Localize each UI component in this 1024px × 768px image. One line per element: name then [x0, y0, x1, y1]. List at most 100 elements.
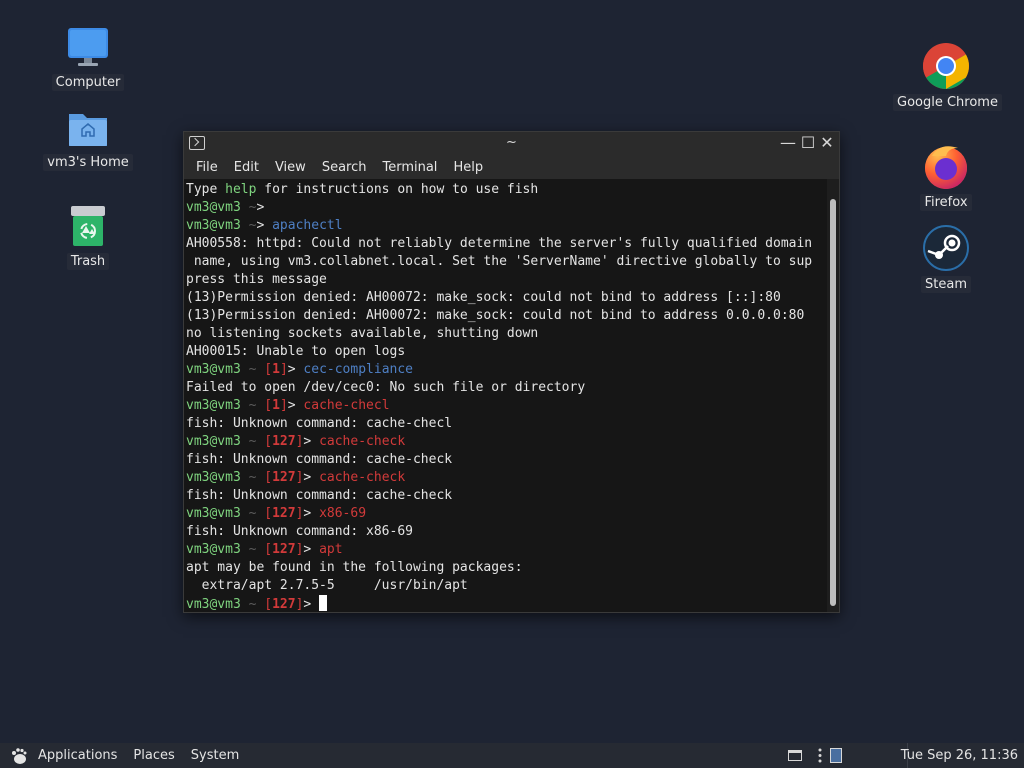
terminal-text: ~ [240, 597, 265, 612]
home-folder-icon [66, 106, 110, 150]
terminal-text: (13)Permission denied: AH00072: make_soc… [186, 308, 805, 323]
terminal-line: vm3@vm3 ~ [1]> cache-checl [186, 397, 827, 415]
terminal-text: cache-check [319, 434, 406, 449]
terminal-text: vm3@vm3 [186, 434, 241, 449]
terminal-text: press this message [186, 272, 327, 287]
terminal-text: cache-check [319, 470, 406, 485]
desktop-icon-label: Firefox [920, 194, 972, 211]
terminal-text: help [225, 182, 257, 197]
terminal-line: extra/apt 2.7.5-5 /usr/bin/apt [186, 577, 827, 595]
terminal-text: ~ [240, 362, 265, 377]
terminal-text: vm3@vm3 [186, 362, 241, 377]
terminal-window[interactable]: ~ — ☐ ✕ File Edit View Search Terminal H… [183, 131, 840, 613]
terminal-cursor [319, 595, 328, 611]
desktop-icon-label: vm3's Home [43, 154, 133, 171]
terminal-text: ~ [240, 542, 265, 557]
terminal-line: (13)Permission denied: AH00072: make_soc… [186, 289, 827, 307]
terminal-text: apachectl [272, 218, 343, 233]
terminal-text: AH00015: Unable to open logs [186, 344, 406, 359]
terminal-menubar: File Edit View Search Terminal Help [184, 155, 839, 179]
terminal-text: vm3@vm3 [186, 597, 241, 612]
chrome-icon [922, 42, 970, 90]
terminal-line: fish: Unknown command: cache-checl [186, 415, 827, 433]
terminal-line: vm3@vm3 ~ [127]> [186, 595, 827, 612]
terminal-text: apt may be found in the following packag… [186, 560, 523, 575]
desktop-icon-trash[interactable]: Trash [43, 205, 133, 270]
menu-help[interactable]: Help [445, 160, 491, 175]
terminal-text: Failed to open /dev/cec0: No such file o… [186, 380, 586, 395]
terminal-text: > [303, 470, 320, 485]
trash-icon [66, 205, 110, 249]
terminal-titlebar[interactable]: ~ — ☐ ✕ [184, 132, 839, 155]
computer-icon [66, 26, 110, 70]
terminal-text: cache-checl [303, 398, 390, 413]
terminal-text: 127 [272, 506, 296, 521]
terminal-text: ~ [240, 218, 257, 233]
terminal-text: fish: Unknown command: cache-check [186, 452, 453, 467]
terminal-text: fish: Unknown command: cache-checl [186, 416, 453, 431]
menu-edit[interactable]: Edit [226, 160, 267, 175]
panel-menu-places[interactable]: Places [127, 748, 180, 763]
terminal-text: ~ [240, 506, 265, 521]
terminal-line: name, using vm3.collabnet.local. Set the… [186, 253, 827, 271]
terminal-text: [ [264, 597, 273, 612]
terminal-text: 1 [272, 362, 280, 377]
terminal-line: vm3@vm3 ~> [186, 199, 827, 217]
terminal-line: fish: Unknown command: cache-check [186, 451, 827, 469]
terminal-text: x86-69 [319, 506, 367, 521]
terminal-text: > [287, 362, 304, 377]
panel-menu-applications[interactable]: Applications [32, 748, 123, 763]
window-list-icon[interactable] [788, 750, 802, 761]
steam-icon [922, 224, 970, 272]
menu-search[interactable]: Search [314, 160, 375, 175]
desktop-icon-chrome[interactable]: Google Chrome [893, 42, 1002, 111]
desktop-icon-firefox[interactable]: Firefox [901, 142, 991, 211]
terminal-text: > [256, 200, 265, 215]
terminal-text: 127 [272, 434, 296, 449]
maximize-button[interactable]: ☐ [799, 134, 817, 152]
terminal-line: vm3@vm3 ~ [127]> cache-check [186, 469, 827, 487]
terminal-text: ~ [240, 200, 257, 215]
terminal-line: vm3@vm3 ~ [127]> x86-69 [186, 505, 827, 523]
terminal-text: ~ [240, 470, 265, 485]
terminal-text: 127 [272, 542, 296, 557]
terminal-text: 127 [272, 597, 296, 612]
terminal-text: ] [279, 362, 288, 377]
desktop-icon-steam[interactable]: Steam [901, 224, 991, 293]
terminal-text: ~ [240, 398, 265, 413]
workspace-switcher[interactable] [830, 748, 842, 763]
desktop-icon-label: Trash [66, 253, 110, 270]
terminal-line: vm3@vm3 ~ [1]> cec-compliance [186, 361, 827, 379]
terminal-line: fish: Unknown command: cache-check [186, 487, 827, 505]
terminal-text: ] [279, 398, 288, 413]
terminal-line: no listening sockets available, shutting… [186, 325, 827, 343]
menu-terminal[interactable]: Terminal [374, 160, 445, 175]
terminal-line: Type help for instructions on how to use… [186, 181, 827, 199]
terminal-text: > [303, 434, 320, 449]
terminal-line: Failed to open /dev/cec0: No such file o… [186, 379, 827, 397]
scrollbar-thumb[interactable] [830, 199, 836, 606]
menu-file[interactable]: File [188, 160, 226, 175]
window-title: ~ [506, 135, 517, 150]
panel-clock[interactable]: Tue Sep 26, 11:36 [901, 748, 1018, 763]
terminal-text: [ [264, 434, 273, 449]
terminal-text: [ [264, 506, 273, 521]
terminal-text: vm3@vm3 [186, 200, 241, 215]
terminal-line: AH00015: Unable to open logs [186, 343, 827, 361]
desktop-icon-computer[interactable]: Computer [43, 26, 133, 91]
close-button[interactable]: ✕ [818, 134, 836, 152]
terminal-text: fish: Unknown command: cache-check [186, 488, 453, 503]
menu-view[interactable]: View [267, 160, 314, 175]
terminal-output[interactable]: Type help for instructions on how to use… [184, 179, 827, 612]
terminal-text: vm3@vm3 [186, 542, 241, 557]
panel-menu-system[interactable]: System [185, 748, 245, 763]
terminal-line: apt may be found in the following packag… [186, 559, 827, 577]
terminal-text: name, using vm3.collabnet.local. Set the… [186, 254, 813, 269]
desktop-icon-home[interactable]: vm3's Home [43, 106, 133, 171]
terminal-scrollbar[interactable] [827, 179, 839, 612]
terminal-text: vm3@vm3 [186, 398, 241, 413]
minimize-button[interactable]: — [779, 134, 797, 152]
drag-handle-icon[interactable] [818, 748, 822, 763]
gnome-foot-icon[interactable] [10, 747, 28, 765]
desktop-icon-label: Steam [921, 276, 971, 293]
